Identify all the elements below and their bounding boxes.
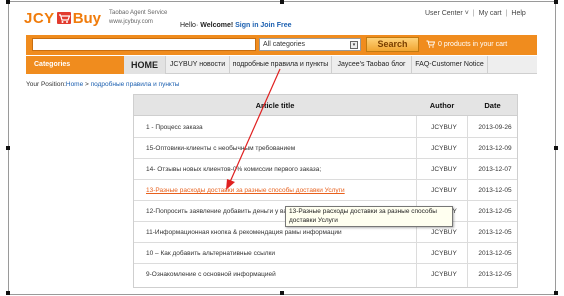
breadcrumb: Your Position:Home > подробные правила и… [26,81,179,88]
user-center-label: User Center [425,10,463,17]
logo-text-jcy: JCY [24,9,55,27]
tooltip-line: 13-Разные расходы доставки за разные спо… [289,208,437,215]
tooltip-line: доставки Услуги [289,216,338,224]
article-date: 2013-12-05 [478,271,512,278]
nav-item-blog[interactable]: Jaycee's Taobao блог [332,56,412,74]
article-author: JCYBUY [431,250,457,257]
table-row: 13-Разные расходы доставки за разные спо… [134,180,517,201]
breadcrumb-home-link[interactable]: Home [66,81,83,88]
resize-handle [554,146,558,150]
logo-text-buy: Buy [72,9,102,27]
article-author: JCYBUY [431,145,457,152]
header-date: Date [484,101,501,110]
chevron-down-icon: ˅ [464,10,469,17]
article-author: JCYBUY [431,271,457,278]
category-select[interactable]: All categories ▾ [259,38,361,51]
tagline-url: www.jcybuy.com [109,19,153,25]
article-date: 2013-12-09 [478,145,512,152]
article-date: 2013-12-07 [478,166,512,173]
search-input[interactable] [32,38,256,51]
chevron-down-icon: ▾ [350,41,358,49]
article-title-link[interactable]: 14- Отзывы новых клиентов-0% комиссии пе… [146,159,414,180]
article-author: JCYBUY [431,124,457,131]
tagline-service: Taobao Agent Service [109,10,168,16]
article-date: 2013-12-05 [478,229,512,236]
cart-count-text: 0 products in your cart [438,40,508,48]
resize-handle [280,0,284,4]
header-article-title: Article title [255,101,295,110]
resize-handle [6,0,10,4]
link-tooltip: 13-Разные расходы доставки за разные спо… [285,206,453,227]
site-logo[interactable]: JCY Buy [24,7,106,29]
article-title-link[interactable]: 15-Оптовики-клиенты с необычным требован… [146,138,414,159]
table-header: Article title Author Date [134,95,517,116]
help-link[interactable]: Help [511,10,525,17]
article-author: JCYBUY [431,187,457,194]
divider: | [505,10,508,17]
article-title-link[interactable]: 10 – Как добавить альтернативные ссылки [146,243,414,264]
user-center-link[interactable]: User Center ˅ [425,10,469,17]
article-date: 2013-09-26 [478,124,512,131]
divider: | [472,10,475,17]
table-row: 1 - Процесс заказа JCYBUY 2013-09-26 [134,117,517,138]
greeting-hello: Hello· [180,22,199,29]
article-author: JCYBUY [431,166,457,173]
my-cart-link[interactable]: My cart [479,10,502,17]
table-row: 14- Отзывы новых клиентов-0% комиссии пе… [134,159,517,180]
breadcrumb-prefix: Your Position: [26,81,66,88]
table-row: 15-Оптовики-клиенты с необычным требован… [134,138,517,159]
table-row: 9-Ознакомление с основной информацией JC… [134,264,517,285]
breadcrumb-separator: > [83,81,91,88]
categories-menu[interactable]: Categories [26,56,124,74]
article-title-link-hovered[interactable]: 13-Разные расходы доставки за разные спо… [146,180,414,201]
articles-table: Article title Author Date 1 - Процесс за… [133,94,518,288]
nav-item-rules[interactable]: подробные правила и пункты [230,56,332,74]
resize-handle [6,146,10,150]
resize-handle [280,291,284,295]
category-select-value: All categories [263,41,306,48]
search-button[interactable]: Search [366,37,419,52]
article-date: 2013-12-05 [478,187,512,194]
article-date: 2013-12-05 [478,250,512,257]
header-author: Author [429,101,455,110]
resize-handle [554,0,558,4]
cart-summary[interactable]: 0 products in your cart [426,40,507,48]
article-title-link[interactable]: 9-Ознакомление с основной информацией [146,264,414,285]
top-links: User Center ˅ | My cart | Help [425,10,526,17]
resize-handle [6,291,10,295]
article-date: 2013-12-05 [478,208,512,215]
resize-handle [554,291,558,295]
greeting-welcome: Welcome! [200,22,234,29]
breadcrumb-current-link[interactable]: подробные правила и пункты [91,81,180,88]
greeting: Hello· Welcome! Sign in Join Free [180,22,292,29]
nav-item-home[interactable]: HOME [124,56,166,74]
signin-link[interactable]: Sign in Join Free [235,22,291,29]
article-title-link[interactable]: 1 - Процесс заказа [146,117,414,138]
nav-item-faq[interactable]: FAQ-Customer Notice [412,56,488,74]
site-tagline: Taobao Agent Service www.jcybuy.com [109,9,167,26]
shopping-cart-icon [56,12,71,24]
table-row: 10 – Как добавить альтернативные ссылки … [134,243,517,264]
cart-icon [426,40,435,48]
nav-item-news[interactable]: JCYBUY новости [166,56,230,74]
